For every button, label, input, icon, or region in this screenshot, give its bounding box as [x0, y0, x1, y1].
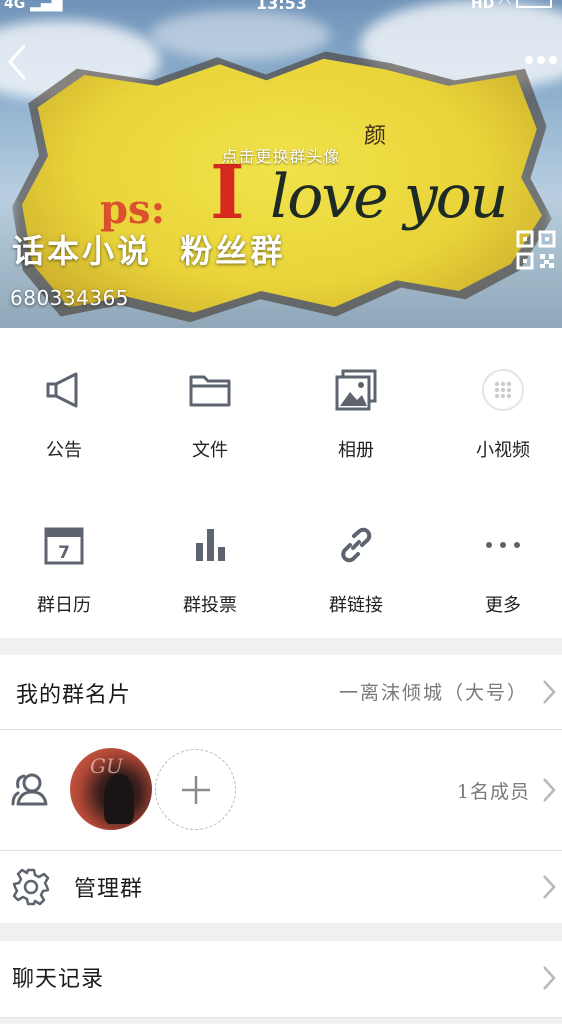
my-group-card-value: 一离沫倾城（大号） — [338, 682, 528, 704]
chevron-left-icon — [8, 44, 26, 80]
album-icon — [335, 369, 377, 411]
cloud-decoration — [150, 10, 330, 60]
vote-icon — [196, 529, 225, 561]
status-bar: 4G ▂▄▆ 13:53 HD ◠ — [0, 0, 562, 14]
album-label: 相册 — [338, 440, 374, 461]
avatar-figure — [104, 774, 134, 824]
gear-icon — [12, 868, 50, 906]
announcement-button[interactable]: 公告 — [0, 328, 134, 478]
change-group-avatar-hint[interactable]: 点击更换群头像 — [0, 143, 562, 167]
banner-love-you-text: love you — [270, 162, 508, 232]
group-members-row[interactable]: GU 1名成员 — [0, 730, 562, 850]
calendar-day: 7 — [58, 543, 70, 563]
files-label: 文件 — [192, 440, 228, 461]
manage-group-title: 管理群 — [74, 877, 144, 902]
folder-icon — [189, 375, 231, 407]
group-calendar-label: 群日历 — [37, 595, 91, 616]
battery-icon — [516, 0, 552, 8]
qr-code-icon — [516, 230, 556, 270]
my-group-card-title: 我的群名片 — [16, 683, 132, 708]
group-name: 话本小说 粉丝群 — [12, 232, 286, 270]
status-time: 13:53 — [256, 0, 307, 13]
group-header-banner[interactable]: ps: I love you 颜 4G ▂▄▆ 13:53 HD ◠ 点击更换群… — [0, 0, 562, 328]
invite-member-button[interactable] — [155, 749, 236, 830]
announcement-icon — [46, 372, 78, 408]
chevron-right-icon — [543, 875, 556, 899]
member-count: 1名成员 — [456, 781, 530, 803]
group-vote-label: 群投票 — [183, 595, 237, 616]
divider — [0, 1017, 562, 1018]
more-dots-icon — [525, 56, 557, 64]
link-icon — [341, 527, 372, 563]
video-icon — [482, 369, 524, 411]
chat-history-title: 聊天记录 — [12, 967, 105, 992]
short-video-label: 小视频 — [476, 440, 530, 461]
short-video-button[interactable]: 小视频 — [433, 328, 562, 478]
qr-code-button[interactable] — [516, 230, 556, 270]
my-group-card-row[interactable]: 我的群名片 一离沫倾城（大号） — [0, 655, 562, 729]
chevron-right-icon — [543, 778, 556, 802]
members-icon — [11, 773, 48, 806]
manage-group-row[interactable]: 管理群 — [0, 851, 562, 923]
group-vote-button[interactable]: 群投票 — [140, 483, 280, 633]
group-link-label: 群链接 — [329, 595, 383, 616]
status-right: HD ◠ — [471, 0, 552, 12]
group-function-grid: 公告 文件 相册 小视频 7 群日历 群投票 群链接 更多 — [0, 328, 562, 638]
more-menu-button[interactable] — [520, 46, 560, 74]
chevron-right-icon — [543, 966, 556, 990]
back-button[interactable] — [4, 42, 34, 82]
group-calendar-button[interactable]: 7 群日历 — [0, 483, 134, 633]
more-icon — [486, 542, 520, 548]
album-button[interactable]: 相册 — [286, 328, 426, 478]
member-avatar[interactable]: GU — [70, 748, 152, 830]
more-functions-label: 更多 — [485, 595, 521, 616]
files-button[interactable]: 文件 — [140, 328, 280, 478]
chat-history-row[interactable]: 聊天记录 — [0, 941, 562, 1017]
network-indicator: 4G ▂▄▆ — [4, 0, 63, 12]
announcement-label: 公告 — [46, 440, 82, 461]
group-link-button[interactable]: 群链接 — [286, 483, 426, 633]
group-id: 680334365 — [10, 286, 130, 310]
calendar-icon: 7 — [44, 527, 84, 565]
chevron-right-icon — [543, 680, 556, 704]
plus-icon — [182, 776, 210, 804]
more-functions-button[interactable]: 更多 — [433, 483, 562, 633]
